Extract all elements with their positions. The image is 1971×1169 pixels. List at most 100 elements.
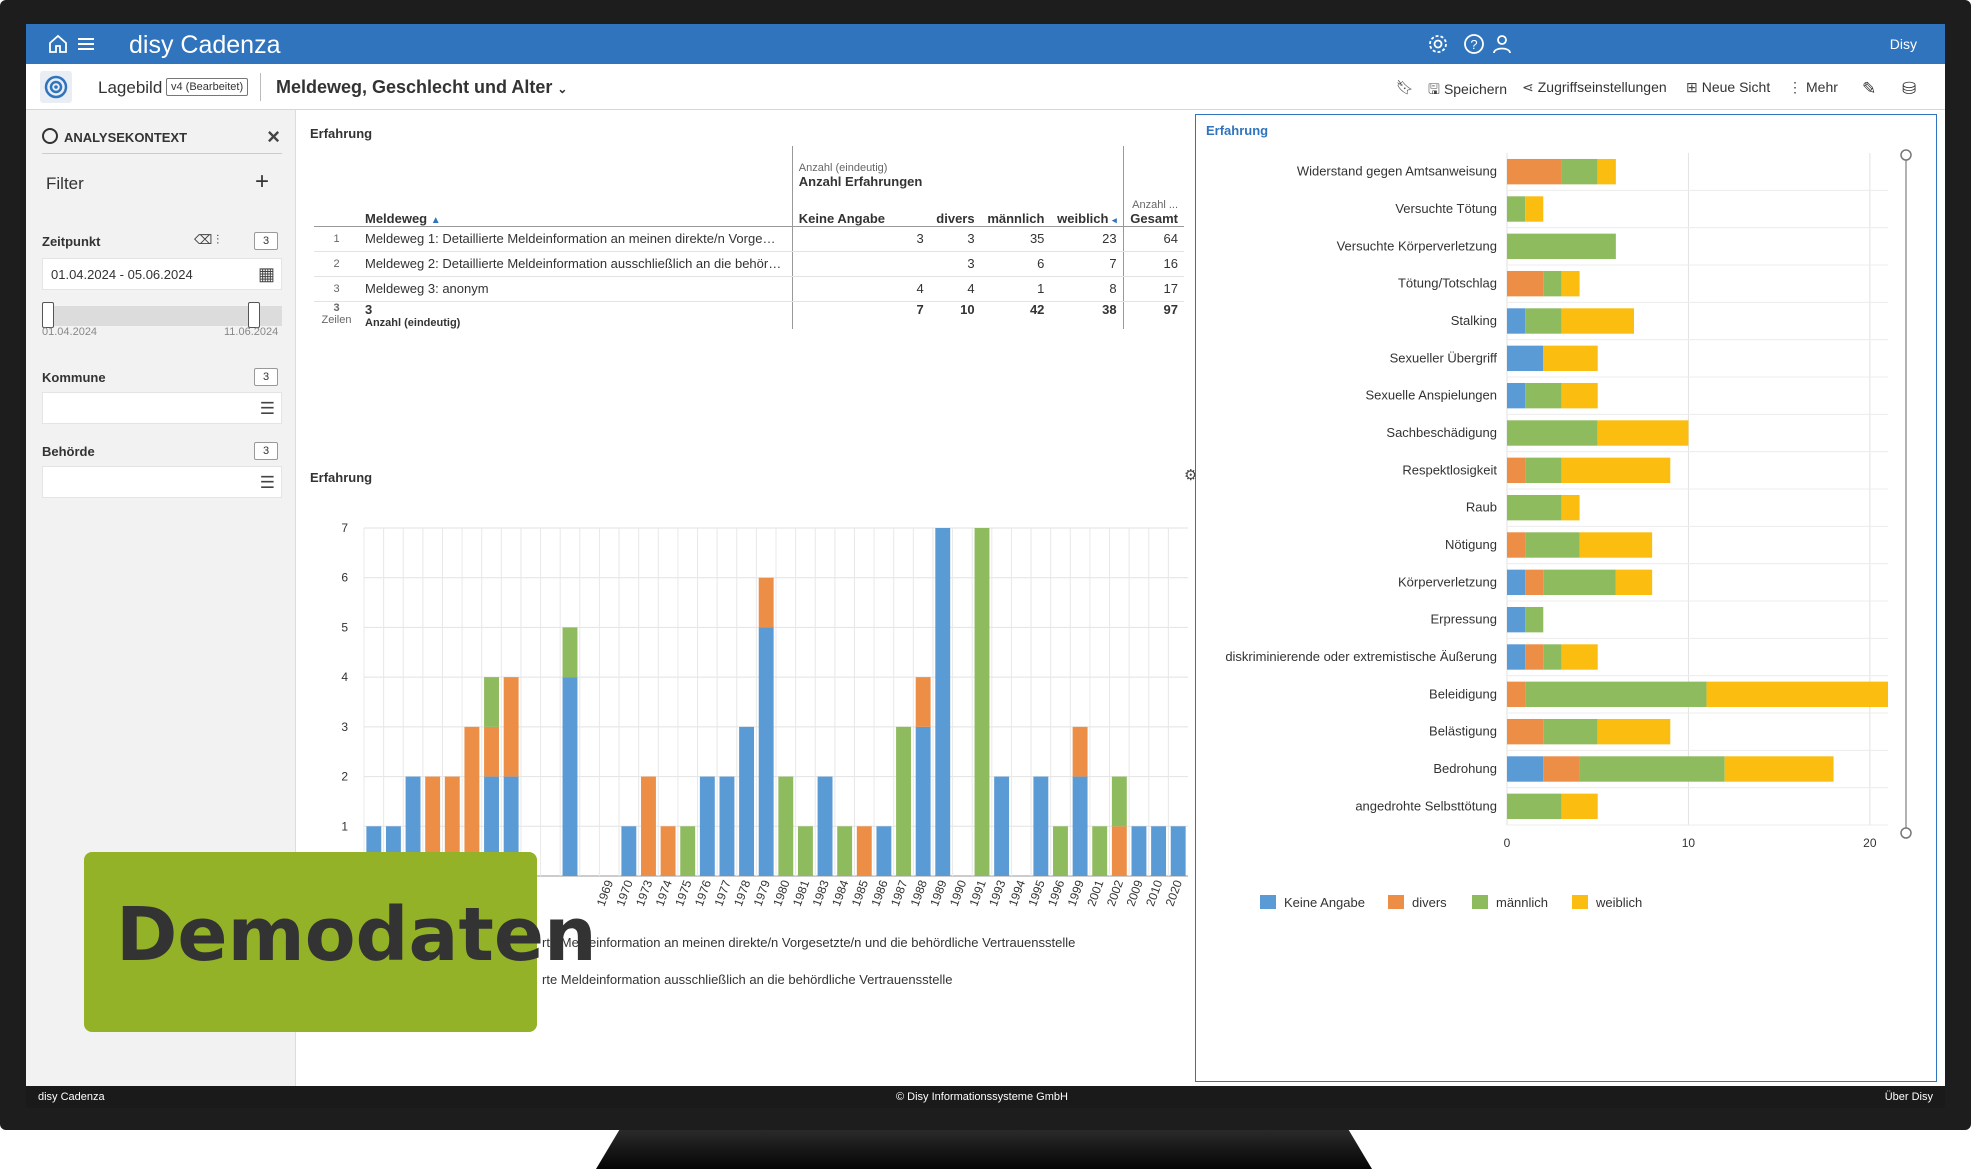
bar-segment <box>1597 420 1689 446</box>
bar-segment <box>1597 158 1616 185</box>
collapse-arrow-icon[interactable]: ◂ <box>1112 215 1117 225</box>
table-row[interactable]: 1 Meldeweg 1: Detaillierte Meldeinformat… <box>314 225 1184 252</box>
y-tick-label: 1 <box>341 819 348 833</box>
cell-gesamt: 64 <box>1123 225 1184 252</box>
sort-asc-icon[interactable]: ▲ <box>431 215 441 226</box>
bar-segment <box>837 826 853 876</box>
bar-segment <box>758 577 774 628</box>
toolbar: Lagebild v4 (Bearbeitet) Meldeweg, Gesch… <box>26 64 1945 110</box>
behoerde-select[interactable]: ☰ <box>42 466 282 498</box>
bar-segment <box>1525 569 1544 596</box>
y-tick-label: Erpressung <box>1431 612 1497 627</box>
bar-segment <box>1525 196 1544 222</box>
summary-maennlich: 42 <box>980 300 1051 329</box>
behoerde-count-badge: 3 <box>254 442 278 460</box>
bar-segment <box>1507 644 1526 670</box>
target-icon <box>42 128 58 144</box>
bar-segment <box>1543 569 1616 596</box>
list-icon[interactable]: ☰ <box>260 399 275 419</box>
col-header-maennlich[interactable]: männlich <box>981 146 1051 226</box>
save-button[interactable]: 🖫 Speichern <box>1428 79 1507 103</box>
monitor: disy Cadenza ? Disy Lagebild v4 (Bearbei… <box>0 0 1971 1169</box>
bar-segment <box>856 826 872 876</box>
bar-segment <box>915 677 931 727</box>
date-range-input[interactable]: 01.04.2024 - 05.06.2024 ▦ <box>42 258 282 290</box>
home-icon[interactable] <box>46 32 70 56</box>
bar-segment <box>1507 494 1562 521</box>
workspace-name[interactable]: Lagebild <box>98 78 162 98</box>
demo-data-badge: Demodaten <box>84 852 597 1032</box>
slider-handle-end[interactable] <box>248 302 260 328</box>
legend-label: rte Meldeinformation an meinen direkte/n… <box>542 935 1075 950</box>
col-header-gesamt[interactable]: Anzahl ... Gesamt <box>1123 146 1184 226</box>
calendar-icon[interactable]: ▦ <box>258 264 275 285</box>
y-tick-label: Beleidigung <box>1429 686 1497 701</box>
more-label: Mehr <box>1806 79 1838 95</box>
bar-segment <box>1525 644 1544 670</box>
zeitpunkt-label: Zeitpunkt <box>42 234 101 249</box>
user-icon[interactable] <box>1490 32 1514 56</box>
cell-gesamt: 17 <box>1123 276 1184 302</box>
kommune-select[interactable]: ☰ <box>42 392 282 424</box>
bar-segment <box>1525 382 1562 409</box>
cell-maennlich: 35 <box>980 225 1051 252</box>
database-icon[interactable]: ⛁ <box>1902 79 1916 99</box>
view-title-dropdown[interactable]: Meldeweg, Geschlecht und Alter ⌄ <box>276 77 567 98</box>
list-icon[interactable]: ☰ <box>260 473 275 493</box>
share-icon: ⋖ <box>1522 79 1534 95</box>
col-header-keine-angabe[interactable]: Anzahl (eindeutig) Anzahl Erfahrungen Ke… <box>791 146 930 226</box>
date-range-slider[interactable] <box>42 302 282 328</box>
bar-segment <box>1111 826 1127 876</box>
y-tick-label: 5 <box>341 620 348 634</box>
table-row[interactable]: 3 Meldeweg 3: anonym 4 4 1 8 17 <box>314 276 1184 302</box>
cell-weiblich: 23 <box>1050 225 1124 252</box>
target-logo-icon[interactable] <box>40 71 72 103</box>
more-button[interactable]: ⋮ Mehr <box>1788 79 1838 96</box>
bookmark-button[interactable]: 🔖︎ <box>1396 79 1418 96</box>
col-header-divers[interactable]: divers <box>930 146 981 226</box>
bar-segment <box>797 826 813 876</box>
x-tick-label: 10 <box>1682 836 1696 850</box>
user-name[interactable]: Disy <box>1890 36 1917 52</box>
sliders-icon[interactable]: ⫶ <box>216 232 219 248</box>
edit-icon[interactable]: ✎ <box>1862 79 1876 99</box>
y-tick-label: Sexuelle Anspielungen <box>1365 388 1497 403</box>
about-link[interactable]: Über Disy <box>1885 1091 1933 1103</box>
col-header-weiblich[interactable]: weiblich ◂ <box>1050 146 1124 226</box>
menu-icon[interactable] <box>74 32 98 56</box>
clear-filter-icon[interactable]: ⌫ <box>194 232 212 248</box>
bar-segment <box>1507 308 1526 334</box>
y-tick-label: angedrohte Selbsttötung <box>1355 798 1497 813</box>
bar-segment <box>896 726 911 876</box>
row-number: 2 <box>314 251 359 277</box>
y-tick-label: 3 <box>341 720 348 734</box>
horizontal-chart-panel: Erfahrung 0 10 20 Widerstand gegen Amtsanwe… <box>1195 114 1937 1082</box>
help-icon[interactable]: ? <box>1462 32 1486 56</box>
bar-segment <box>621 826 637 876</box>
legend-swatch <box>1472 895 1488 909</box>
new-view-button[interactable]: ⊞ Neue Sicht <box>1686 79 1770 96</box>
col-header-meldeweg[interactable]: Meldeweg ▲ <box>359 146 792 226</box>
cell-divers: 4 <box>929 276 981 302</box>
bar-segment <box>680 826 696 876</box>
bar-segment <box>1525 457 1562 484</box>
bar-segment <box>1561 382 1598 409</box>
bar-segment <box>1507 681 1526 708</box>
app-title: disy Cadenza <box>129 31 281 59</box>
toolbar-divider <box>260 73 261 101</box>
group-caption: Anzahl (eindeutig) <box>798 161 888 174</box>
add-filter-button[interactable]: + <box>255 168 269 196</box>
bar-segment <box>562 677 578 876</box>
bookmark-icon: 🔖︎ <box>1396 79 1414 95</box>
close-icon[interactable]: × <box>267 124 280 150</box>
slider-handle-start[interactable] <box>42 302 54 328</box>
cell-divers: 3 <box>929 251 981 277</box>
gear-icon[interactable] <box>1426 32 1450 56</box>
access-settings-button[interactable]: ⋖ Zugriffseinstellungen <box>1522 79 1667 96</box>
y-tick-label: Nötigung <box>1445 537 1497 552</box>
bar-segment <box>1561 644 1598 670</box>
table-row[interactable]: 2 Meldeweg 2: Detaillierte Meldeinformat… <box>314 251 1184 277</box>
new-view-icon: ⊞ <box>1686 79 1698 95</box>
bar-segment <box>1525 308 1562 334</box>
y-tick-label: Belästigung <box>1429 724 1497 739</box>
